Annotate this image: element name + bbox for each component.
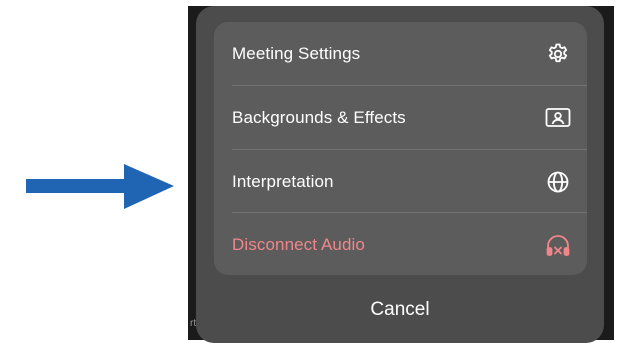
menu-item-backgrounds-effects[interactable]: Backgrounds & Effects [214,86,587,149]
pointer-arrow-icon [26,164,174,209]
gear-icon [545,41,571,67]
menu-item-label: Disconnect Audio [232,234,365,254]
options-menu: Meeting Settings Backgrounds & Effects I… [214,22,587,275]
menu-item-meeting-settings[interactable]: Meeting Settings [214,22,587,85]
menu-item-label: Backgrounds & Effects [232,107,406,127]
headphones-disconnect-icon [545,232,571,258]
cancel-button[interactable]: Cancel [196,285,604,335]
more-options-sheet: Meeting Settings Backgrounds & Effects I… [196,6,604,343]
background-portrait-icon [545,105,571,131]
menu-item-disconnect-audio[interactable]: Disconnect Audio [214,213,587,275]
screenshot-stage: rt Meeting Settings Backgrounds & Effect… [0,0,628,346]
globe-icon [545,169,571,195]
menu-item-label: Interpretation [232,171,334,191]
menu-item-label: Meeting Settings [232,43,361,63]
menu-item-interpretation[interactable]: Interpretation [214,150,587,213]
